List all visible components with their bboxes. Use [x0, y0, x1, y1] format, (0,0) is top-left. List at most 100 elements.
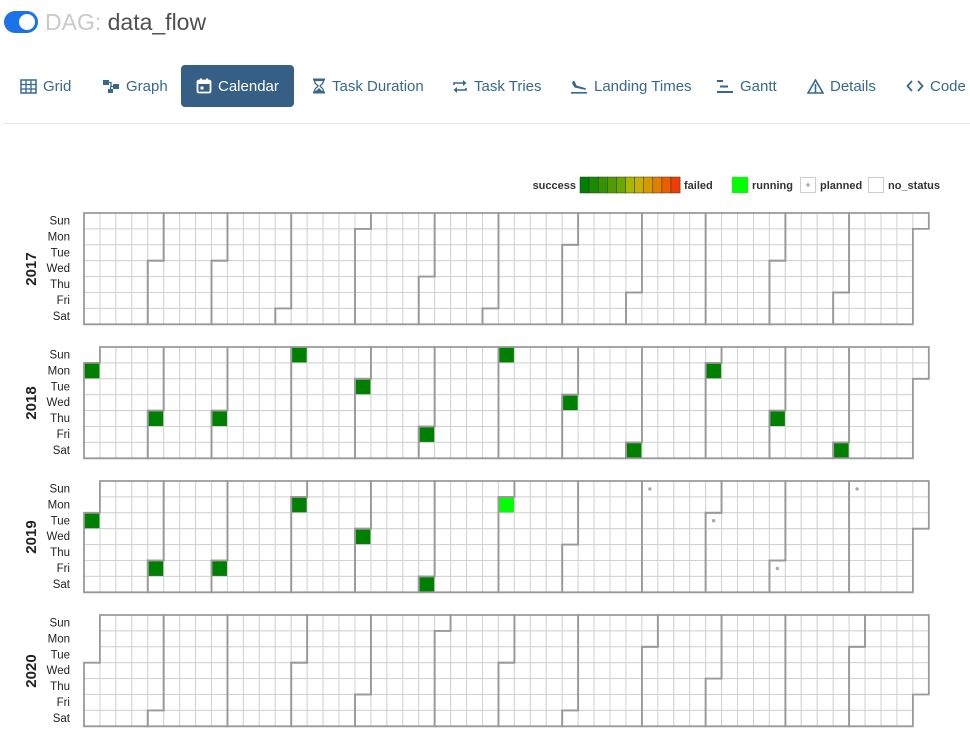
day-cell[interactable] [211, 560, 228, 577]
day-cell [450, 694, 468, 711]
day-cell [338, 646, 356, 664]
day-cell [561, 614, 579, 632]
day-cell [99, 307, 117, 325]
day-cell [402, 378, 420, 396]
day-cell [721, 560, 739, 577]
day-cell [577, 346, 595, 364]
day-cell [179, 426, 197, 443]
day-cell [370, 614, 388, 632]
day-cell[interactable] [147, 560, 165, 577]
day-cell [673, 276, 691, 294]
day-cell [625, 307, 643, 325]
day-cell [290, 441, 308, 459]
day-cell [497, 646, 515, 664]
day-cell [609, 426, 627, 443]
day-cell [784, 394, 802, 412]
day-cell [115, 496, 133, 514]
day-cell [768, 630, 786, 648]
day-cell [354, 410, 372, 428]
day-cell[interactable] [497, 496, 515, 514]
day-cell[interactable] [561, 394, 579, 412]
day-cell [147, 292, 165, 309]
day-cell [816, 212, 834, 230]
day-cell[interactable] [497, 346, 515, 364]
day-cell [450, 528, 468, 546]
day-cell [99, 709, 117, 727]
day-cell [577, 394, 595, 412]
day-cell[interactable] [211, 410, 228, 428]
day-cell [625, 276, 643, 294]
day-cell [242, 410, 260, 428]
day-cell[interactable] [832, 441, 850, 459]
day-cell [258, 496, 276, 514]
day-cell [673, 678, 691, 695]
day-cell [131, 575, 149, 593]
day-cell[interactable] [768, 410, 786, 428]
day-cell [290, 528, 308, 546]
day-cell [545, 560, 563, 577]
day-cell [625, 694, 643, 711]
weekday-label: Sat [53, 445, 71, 457]
weekday-label: Mon [48, 499, 70, 511]
day-cell[interactable] [83, 512, 101, 530]
day-cell [163, 228, 181, 246]
day-cell [115, 292, 133, 309]
day-cell[interactable] [147, 410, 165, 428]
day-cell [354, 260, 372, 278]
day-cell [705, 441, 723, 459]
day-cell [482, 410, 499, 428]
day-cell [545, 512, 563, 530]
day-cell [896, 614, 914, 632]
day-cell [705, 276, 723, 294]
day-cell [258, 678, 276, 695]
day-cell [561, 496, 579, 514]
day-cell [418, 378, 436, 396]
day-cell [673, 528, 691, 546]
day-cell [354, 709, 372, 727]
day-cell [386, 228, 404, 246]
day-cell [322, 646, 340, 664]
day-cell [466, 662, 483, 680]
day-cell[interactable] [83, 362, 101, 380]
day-cell [832, 276, 850, 294]
day-cell [737, 709, 754, 727]
day-cell [290, 614, 308, 632]
day-cell[interactable] [418, 575, 436, 593]
day-cell [577, 307, 595, 325]
day-cell[interactable] [418, 426, 436, 443]
day-cell [545, 614, 563, 632]
day-cell [752, 630, 770, 648]
day-cell [290, 646, 308, 664]
day-cell[interactable] [625, 441, 643, 459]
day-cell[interactable] [290, 346, 308, 364]
day-cell [705, 544, 723, 561]
day-cell [705, 496, 723, 514]
day-cell[interactable] [290, 496, 308, 514]
day-cell[interactable] [705, 362, 723, 380]
day-cell [848, 410, 866, 428]
day-cell [306, 646, 324, 664]
day-cell [768, 694, 786, 711]
day-cell [386, 630, 404, 648]
day-cell [115, 378, 133, 396]
day-cell [561, 512, 579, 530]
day-cell [593, 480, 611, 498]
day-cell [768, 614, 786, 632]
day-cell [99, 260, 117, 278]
day-cell [816, 694, 834, 711]
day-cell [752, 410, 770, 428]
day-cell [625, 228, 643, 246]
day-cell [147, 614, 165, 632]
day-cell [593, 528, 611, 546]
day-cell [402, 346, 420, 364]
day-cell [386, 244, 404, 262]
day-cell [179, 496, 197, 514]
day-cell[interactable] [354, 378, 372, 396]
day-cell[interactable] [354, 528, 372, 546]
day-cell [370, 276, 388, 294]
day-cell [497, 544, 515, 561]
day-cell [641, 694, 659, 711]
weekday-label: Sat [53, 579, 71, 591]
day-cell [402, 426, 420, 443]
day-cell [641, 244, 659, 262]
